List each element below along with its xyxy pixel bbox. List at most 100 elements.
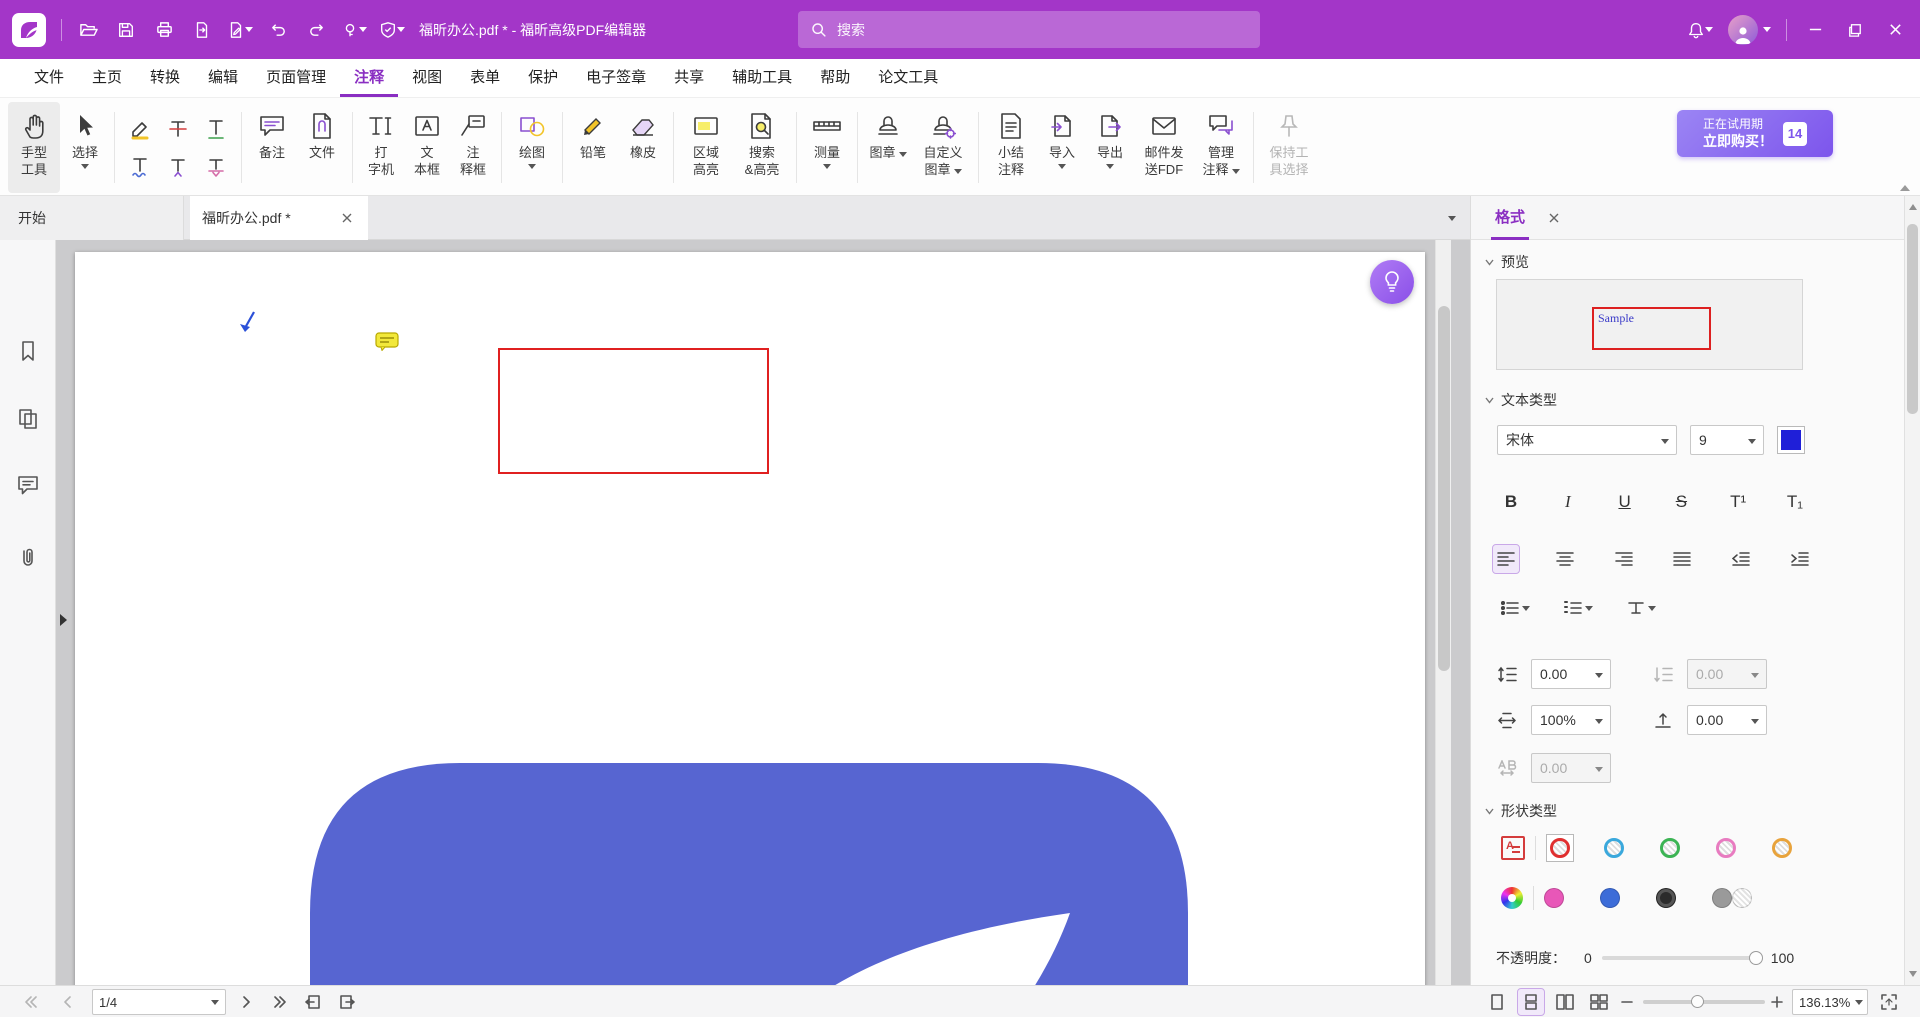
- search-input[interactable]: [837, 22, 1248, 38]
- font-color-swatch[interactable]: [1777, 426, 1805, 454]
- import-comments-button[interactable]: 导入: [1039, 102, 1085, 193]
- menu-accessibility[interactable]: 辅助工具: [718, 59, 806, 97]
- numbered-list-button[interactable]: [1560, 594, 1597, 622]
- font-family-select[interactable]: 宋体: [1497, 425, 1677, 455]
- menu-help[interactable]: 帮助: [806, 59, 864, 97]
- text-type-section-header[interactable]: 文本类型: [1485, 390, 1557, 410]
- search-box[interactable]: [798, 11, 1260, 48]
- manage-comments-button[interactable]: 管理 注释: [1195, 102, 1247, 193]
- panel-scrollbar[interactable]: [1904, 196, 1920, 985]
- continuous-view-button[interactable]: [1518, 989, 1544, 1015]
- menu-comment[interactable]: 注释: [340, 59, 398, 97]
- export-button[interactable]: [183, 10, 221, 50]
- panel-scrollbar-thumb[interactable]: [1907, 224, 1918, 414]
- fullscreen-button[interactable]: [1876, 989, 1902, 1015]
- callout-button[interactable]: 注 释框: [451, 102, 495, 193]
- note-annotation[interactable]: [375, 332, 399, 351]
- kerning-select[interactable]: 0.00: [1531, 753, 1611, 783]
- menu-view[interactable]: 视图: [398, 59, 456, 97]
- menu-page-management[interactable]: 页面管理: [252, 59, 340, 97]
- annotate-quick-button[interactable]: [221, 10, 259, 50]
- pdf-page[interactable]: [75, 252, 1425, 985]
- protect-mode-button[interactable]: [373, 10, 411, 50]
- text-style-option[interactable]: A: [1501, 836, 1525, 860]
- replace-text-button[interactable]: [197, 148, 235, 186]
- opacity-slider[interactable]: [1602, 956, 1761, 960]
- strikethrough-button[interactable]: S: [1663, 487, 1699, 517]
- canvas-scrollbar[interactable]: [1435, 240, 1451, 985]
- menu-file[interactable]: 文件: [20, 59, 78, 97]
- export-comments-button[interactable]: 导出: [1087, 102, 1133, 193]
- zoom-level-box[interactable]: 136.13%: [1792, 989, 1868, 1015]
- subscript-button[interactable]: T₁: [1777, 487, 1813, 517]
- bookmarks-panel-button[interactable]: [11, 334, 45, 368]
- superscript-button[interactable]: T¹: [1720, 487, 1756, 517]
- squiggly-underline-button[interactable]: [121, 148, 159, 186]
- area-highlight-button[interactable]: 区域 高亮: [680, 102, 732, 193]
- menu-protect[interactable]: 保护: [514, 59, 572, 97]
- previous-view-button[interactable]: [300, 989, 326, 1015]
- page-number-box[interactable]: 1/4: [92, 989, 226, 1015]
- quick-tools-button[interactable]: [335, 10, 373, 50]
- menu-convert[interactable]: 转换: [136, 59, 194, 97]
- measure-tools-button[interactable]: 测量: [803, 102, 851, 193]
- trial-buy-button[interactable]: 正在试用期 立即购买！ 14: [1677, 110, 1833, 157]
- shape-type-section-header[interactable]: 形状类型: [1485, 801, 1557, 821]
- font-size-select[interactable]: 9: [1690, 425, 1764, 455]
- next-page-button[interactable]: [233, 989, 259, 1015]
- account-button[interactable]: [1721, 10, 1777, 50]
- search-highlight-button[interactable]: 搜索 &高亮: [734, 102, 790, 193]
- email-fdf-button[interactable]: 邮件发 送FDF: [1135, 102, 1193, 193]
- print-button[interactable]: [145, 10, 183, 50]
- menu-home[interactable]: 主页: [78, 59, 136, 97]
- note-comment-button[interactable]: 备注: [248, 102, 296, 193]
- assistant-lightbulb-button[interactable]: [1370, 260, 1414, 304]
- align-right-button[interactable]: [1611, 545, 1637, 573]
- zoom-out-button[interactable]: [1614, 989, 1640, 1015]
- redo-button[interactable]: [297, 10, 335, 50]
- drawing-tools-button[interactable]: 绘图: [508, 102, 556, 193]
- ribbon-collapse-arrow-icon[interactable]: [1900, 185, 1910, 191]
- tab-close-button[interactable]: [336, 207, 358, 229]
- menu-thesis-tools[interactable]: 论文工具: [864, 59, 952, 97]
- menu-esign[interactable]: 电子签章: [572, 59, 660, 97]
- app-logo[interactable]: [12, 13, 46, 47]
- stamp-button[interactable]: 图章: [864, 102, 912, 193]
- shape-red-outline-selected[interactable]: [1546, 834, 1574, 862]
- format-tab[interactable]: 格式: [1491, 196, 1529, 240]
- sidebar-expand-handle[interactable]: [56, 605, 70, 635]
- save-button[interactable]: [107, 10, 145, 50]
- last-page-button[interactable]: [267, 989, 293, 1015]
- preview-section-header[interactable]: 预览: [1485, 252, 1529, 272]
- file-attachment-button[interactable]: 文件: [298, 102, 346, 193]
- bold-button[interactable]: B: [1493, 487, 1529, 517]
- attachments-panel-button[interactable]: [11, 540, 45, 574]
- scroll-down-arrow-icon[interactable]: [1909, 971, 1917, 977]
- arrow-annotation[interactable]: [237, 310, 259, 336]
- shape-blue-outline[interactable]: [1604, 838, 1624, 858]
- zoom-slider-thumb[interactable]: [1691, 995, 1704, 1008]
- canvas-scrollbar-thumb[interactable]: [1438, 306, 1450, 671]
- line-spacing-select[interactable]: 0.00: [1531, 659, 1611, 689]
- hand-tool-button[interactable]: 手型 工具: [8, 102, 60, 193]
- fill-black[interactable]: [1656, 888, 1676, 908]
- next-view-button[interactable]: [334, 989, 360, 1015]
- outdent-button[interactable]: [1728, 545, 1754, 573]
- fill-gray[interactable]: [1712, 888, 1732, 908]
- align-left-button[interactable]: [1493, 545, 1519, 573]
- shape-orange-outline[interactable]: [1772, 838, 1792, 858]
- fill-blue[interactable]: [1600, 888, 1620, 908]
- typewriter-button[interactable]: 打 字机: [359, 102, 403, 193]
- menu-form[interactable]: 表单: [456, 59, 514, 97]
- tab-list-dropdown[interactable]: [1448, 196, 1456, 240]
- indent-button[interactable]: [1787, 545, 1813, 573]
- underline-button[interactable]: U: [1607, 487, 1643, 517]
- custom-stamp-button[interactable]: 自定义 图章: [914, 102, 972, 193]
- pages-panel-button[interactable]: [11, 402, 45, 436]
- comments-panel-button[interactable]: [11, 468, 45, 502]
- text-direction-button[interactable]: [1623, 594, 1660, 622]
- menu-edit[interactable]: 编辑: [194, 59, 252, 97]
- select-tool-button[interactable]: 选择: [62, 102, 108, 193]
- maximize-button[interactable]: [1836, 10, 1874, 50]
- close-button[interactable]: [1876, 10, 1914, 50]
